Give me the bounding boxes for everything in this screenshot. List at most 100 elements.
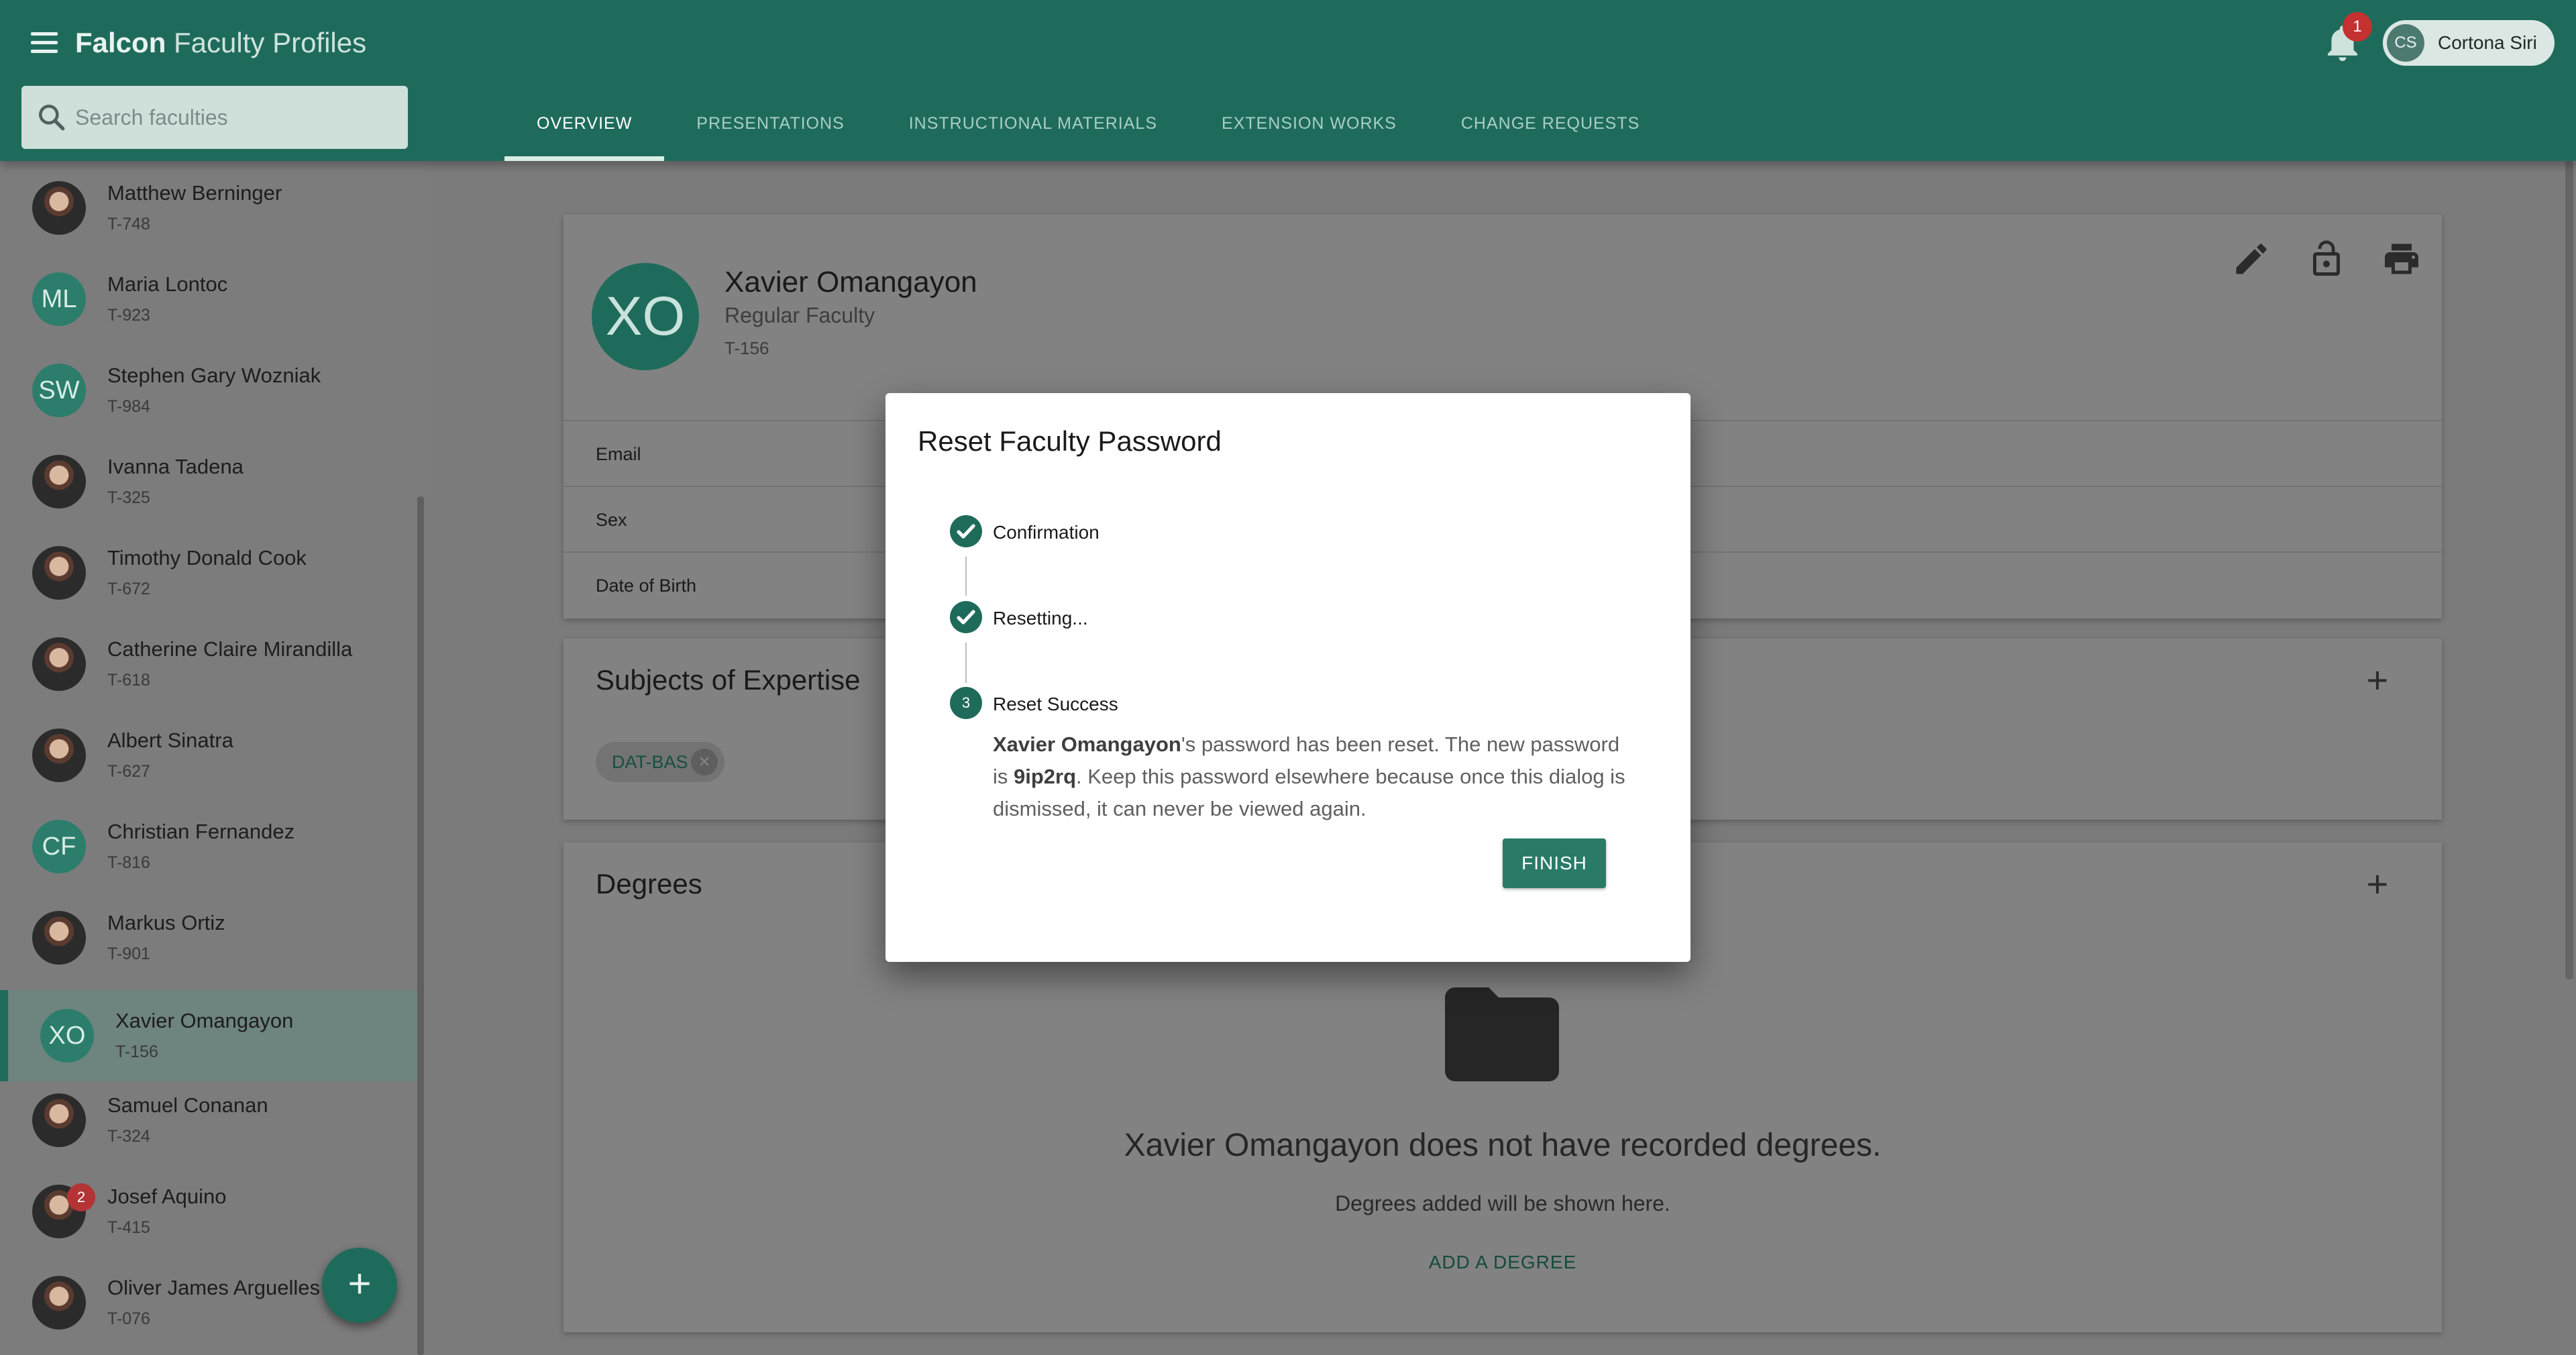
faculty-name: Maria Lontoc [107, 272, 228, 296]
close-icon[interactable]: × [691, 749, 718, 775]
faculty-list-item[interactable]: Matthew Berninger T-748 [0, 162, 424, 254]
faculty-avatar [32, 911, 86, 965]
faculty-list-item[interactable]: Ivanna Tadena T-325 [0, 436, 424, 527]
faculty-name: Stephen Gary Wozniak [107, 364, 321, 387]
search-box[interactable] [21, 86, 408, 149]
new-password: 9ip2rq [1014, 765, 1077, 788]
faculty-id: T-923 [107, 306, 150, 325]
faculty-list-item-selected[interactable]: XO Xavier Omangayon T-156 [0, 990, 424, 1081]
tab-overview[interactable]: OVERVIEW [504, 101, 665, 161]
faculty-sidebar: Matthew Berninger T-748 ML Maria Lontoc … [0, 161, 427, 1355]
faculty-avatar [32, 181, 86, 235]
faculty-name: Timothy Donald Cook [107, 546, 307, 570]
tab-extension-works[interactable]: EXTENSION WORKS [1189, 101, 1429, 161]
faculty-id: T-984 [107, 397, 150, 416]
sidebar-scrollbar[interactable] [417, 496, 424, 1355]
faculty-avatar [32, 1093, 86, 1147]
faculty-id: T-748 [107, 215, 150, 233]
faculty-name: Catherine Claire Mirandilla [107, 637, 353, 661]
step-reset-success-label: Reset Success [993, 694, 1118, 714]
notifications-button[interactable]: 1 [2322, 12, 2372, 64]
reset-success-message: Xavier Omangayon's password has been res… [993, 728, 1637, 825]
field-label: Date of Birth [596, 576, 697, 596]
brand-name: Falcon [75, 27, 166, 58]
empty-degrees-title: Xavier Omangayon does not have recorded … [1124, 1128, 1882, 1163]
faculty-avatar [32, 455, 86, 508]
main-scrollbar[interactable] [2565, 161, 2573, 979]
faculty-list-item[interactable]: CF Christian Fernandez T-816 [0, 801, 424, 892]
message-faculty-name: Xavier Omangayon [993, 733, 1181, 756]
faculty-id: T-627 [107, 762, 150, 781]
field-label: Sex [596, 510, 627, 530]
add-degree-link[interactable]: ADD A DEGREE [564, 1252, 2442, 1273]
faculty-list-item[interactable]: Samuel Conanan T-324 [0, 1075, 424, 1166]
faculty-name: Christian Fernandez [107, 820, 295, 843]
tab-bar: OVERVIEW PRESENTATIONS INSTRUCTIONAL MAT… [504, 101, 1672, 161]
lock-icon[interactable] [2306, 239, 2347, 279]
faculty-name: Josef Aquino [107, 1185, 227, 1208]
app-bar: Falcon Faculty Profiles OVERVIEW PRESENT… [0, 0, 2576, 161]
degrees-title: Degrees [596, 868, 702, 900]
field-label: Email [596, 444, 641, 464]
faculty-avatar: CF [32, 820, 86, 873]
tab-presentations[interactable]: PRESENTATIONS [664, 101, 876, 161]
user-name: Cortona Siri [2438, 32, 2537, 53]
check-icon [950, 601, 982, 633]
faculty-id: T-901 [107, 944, 150, 963]
faculty-list-item[interactable]: Markus Ortiz T-901 [0, 892, 424, 983]
search-input[interactable] [75, 86, 397, 149]
add-expertise-button[interactable]: + [2359, 661, 2396, 700]
faculty-name: Samuel Conanan [107, 1093, 268, 1117]
faculty-badge: 2 [67, 1183, 95, 1211]
folder-icon [1445, 987, 1559, 1081]
step-connector [965, 643, 967, 683]
profile-type: Regular Faculty [724, 303, 875, 327]
faculty-list-item[interactable]: ML Maria Lontoc T-923 [0, 254, 424, 345]
notification-badge: 1 [2343, 12, 2372, 42]
chip-label: DAT-BAS [612, 752, 688, 772]
faculty-id: T-672 [107, 580, 150, 598]
faculty-list-item[interactable]: 2 Josef Aquino T-415 [0, 1166, 424, 1257]
faculty-id: T-816 [107, 853, 150, 872]
print-icon[interactable] [2381, 239, 2422, 279]
message-text-2: . Keep this password elsewhere because o… [993, 765, 1625, 820]
faculty-list-item[interactable]: SW Stephen Gary Wozniak T-984 [0, 345, 424, 436]
step-confirmation-label: Confirmation [993, 522, 1099, 543]
faculty-id: T-618 [107, 671, 150, 690]
faculty-name: Xavier Omangayon [115, 1009, 294, 1032]
faculty-avatar: XO [40, 1009, 94, 1063]
user-avatar: CS [2387, 24, 2424, 62]
tab-instructional-materials[interactable]: INSTRUCTIONAL MATERIALS [877, 101, 1189, 161]
faculty-id: T-324 [107, 1127, 150, 1146]
check-icon [950, 515, 982, 547]
faculty-id: T-325 [107, 488, 150, 507]
faculty-avatar [32, 637, 86, 691]
faculty-id: T-156 [115, 1042, 158, 1061]
faculty-list-item[interactable]: Timothy Donald Cook T-672 [0, 527, 424, 618]
finish-button[interactable]: FINISH [1503, 838, 1606, 888]
faculty-name: Markus Ortiz [107, 911, 225, 934]
app-title: Falcon Faculty Profiles [75, 24, 366, 62]
faculty-id: T-415 [107, 1218, 150, 1237]
search-icon [39, 105, 65, 131]
reset-password-dialog: Reset Faculty Password Confirmation Rese… [885, 393, 1690, 962]
expertise-chip[interactable]: DAT-BAS × [596, 742, 724, 782]
faculty-name: Ivanna Tadena [107, 455, 244, 478]
profile-avatar: XO [592, 263, 699, 370]
step-number-icon: 3 [950, 687, 982, 719]
menu-icon[interactable] [27, 25, 62, 60]
faculty-id: T-076 [107, 1309, 150, 1328]
faculty-avatar [32, 546, 86, 600]
profile-id: T-156 [724, 338, 769, 358]
faculty-avatar [32, 728, 86, 782]
add-faculty-button[interactable]: + [322, 1248, 397, 1323]
faculty-list-item[interactable]: Albert Sinatra T-627 [0, 710, 424, 801]
add-degree-icon[interactable]: + [2359, 865, 2396, 904]
faculty-list-item[interactable]: Catherine Claire Mirandilla T-618 [0, 618, 424, 710]
profile-name: Xavier Omangayon [724, 266, 977, 299]
edit-icon[interactable] [2231, 239, 2271, 279]
faculty-name: Oliver James Arguelles [107, 1276, 321, 1299]
empty-degrees-subtitle: Degrees added will be shown here. [1335, 1191, 1670, 1215]
tab-change-requests[interactable]: CHANGE REQUESTS [1429, 101, 1672, 161]
user-menu[interactable]: CS Cortona Siri [2383, 20, 2555, 66]
